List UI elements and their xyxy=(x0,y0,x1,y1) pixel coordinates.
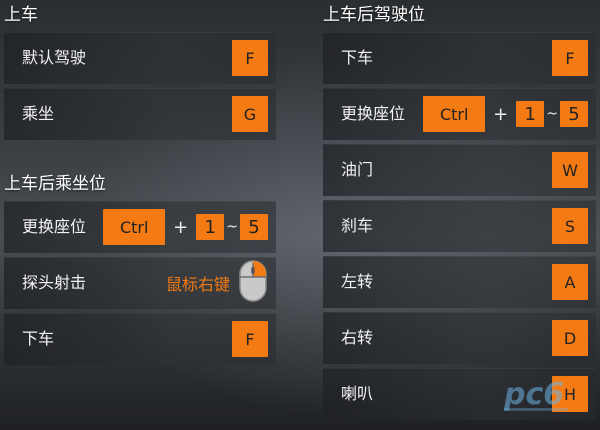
control-row-exit-vehicle: 下车 F xyxy=(4,313,276,365)
mouse-right-button-icon xyxy=(239,260,267,302)
control-label: 左转 xyxy=(341,272,374,291)
control-row-default-drive: 默认驾驶 F xyxy=(4,32,276,84)
control-label: 更换座位 xyxy=(341,104,406,123)
key-group: S xyxy=(552,208,588,244)
control-row-turn-left: 左转 A xyxy=(323,256,596,308)
key-group: F xyxy=(232,321,268,357)
control-label: 油门 xyxy=(341,160,374,179)
key-5: 5 xyxy=(560,101,588,127)
key-h: H xyxy=(552,376,588,412)
key-group: W xyxy=(552,152,588,188)
section-title-board: 上车 xyxy=(4,5,38,25)
key-1: 1 xyxy=(516,101,545,127)
key-a: A xyxy=(552,264,588,300)
control-label: 右转 xyxy=(341,328,374,347)
control-row-exit-vehicle: 下车 F xyxy=(323,32,596,84)
key-d: D xyxy=(552,320,588,356)
key-f: F xyxy=(232,40,268,76)
control-row-ride: 乘坐 G xyxy=(4,88,276,140)
key-group: Ctrl + 1 ~ 5 xyxy=(423,96,588,132)
key-5: 5 xyxy=(240,214,268,240)
control-label: 默认驾驶 xyxy=(22,48,87,67)
key-s: S xyxy=(552,208,588,244)
control-row-switch-seat: 更换座位 Ctrl + 1 ~ 5 xyxy=(4,201,276,253)
key-g: G xyxy=(232,96,268,132)
control-row-brake: 刹车 S xyxy=(323,200,596,252)
tilde-sign: ~ xyxy=(546,106,558,122)
control-row-turn-right: 右转 D xyxy=(323,312,596,364)
key-1: 1 xyxy=(196,214,225,240)
board-controls: 默认驾驶 F 乘坐 G xyxy=(4,32,276,144)
key-group: H xyxy=(552,376,588,412)
key-group: F xyxy=(552,40,588,76)
control-label: 喇叭 xyxy=(341,384,374,403)
plus-sign: + xyxy=(493,103,509,125)
key-group: Ctrl + 1 ~ 5 xyxy=(103,209,268,245)
control-row-throttle: 油门 W xyxy=(323,144,596,196)
tilde-sign: ~ xyxy=(226,219,238,235)
key-w: W xyxy=(552,152,588,188)
key-group: 鼠标右键 xyxy=(165,260,268,302)
section-title-driver: 上车后驾驶位 xyxy=(323,5,425,25)
key-ctrl: Ctrl xyxy=(423,96,486,132)
plus-sign: + xyxy=(173,216,189,238)
key-group: D xyxy=(552,320,588,356)
key-f: F xyxy=(552,40,588,76)
control-label: 乘坐 xyxy=(22,104,55,123)
control-row-lean-shoot: 探头射击 鼠标右键 xyxy=(4,257,276,309)
key-group: A xyxy=(552,264,588,300)
key-group: G xyxy=(232,96,268,132)
key-group: F xyxy=(232,40,268,76)
section-title-passenger: 上车后乘坐位 xyxy=(4,174,106,194)
key-ctrl: Ctrl xyxy=(103,209,166,245)
control-row-horn: 喇叭 H xyxy=(323,368,596,420)
driver-controls: 下车 F 更换座位 Ctrl + 1 ~ 5 油门 W 刹车 S 左转 A 右转… xyxy=(323,32,596,424)
mouse-right-button-label: 鼠标右键 xyxy=(165,275,230,294)
control-label: 下车 xyxy=(341,48,374,67)
control-row-switch-seat: 更换座位 Ctrl + 1 ~ 5 xyxy=(323,88,596,140)
key-f: F xyxy=(232,321,268,357)
passenger-controls: 更换座位 Ctrl + 1 ~ 5 探头射击 鼠标右键 下车 F xyxy=(4,201,276,369)
control-label: 探头射击 xyxy=(22,273,87,292)
control-label: 刹车 xyxy=(341,216,374,235)
control-label: 下车 xyxy=(22,329,55,348)
control-label: 更换座位 xyxy=(22,217,87,236)
